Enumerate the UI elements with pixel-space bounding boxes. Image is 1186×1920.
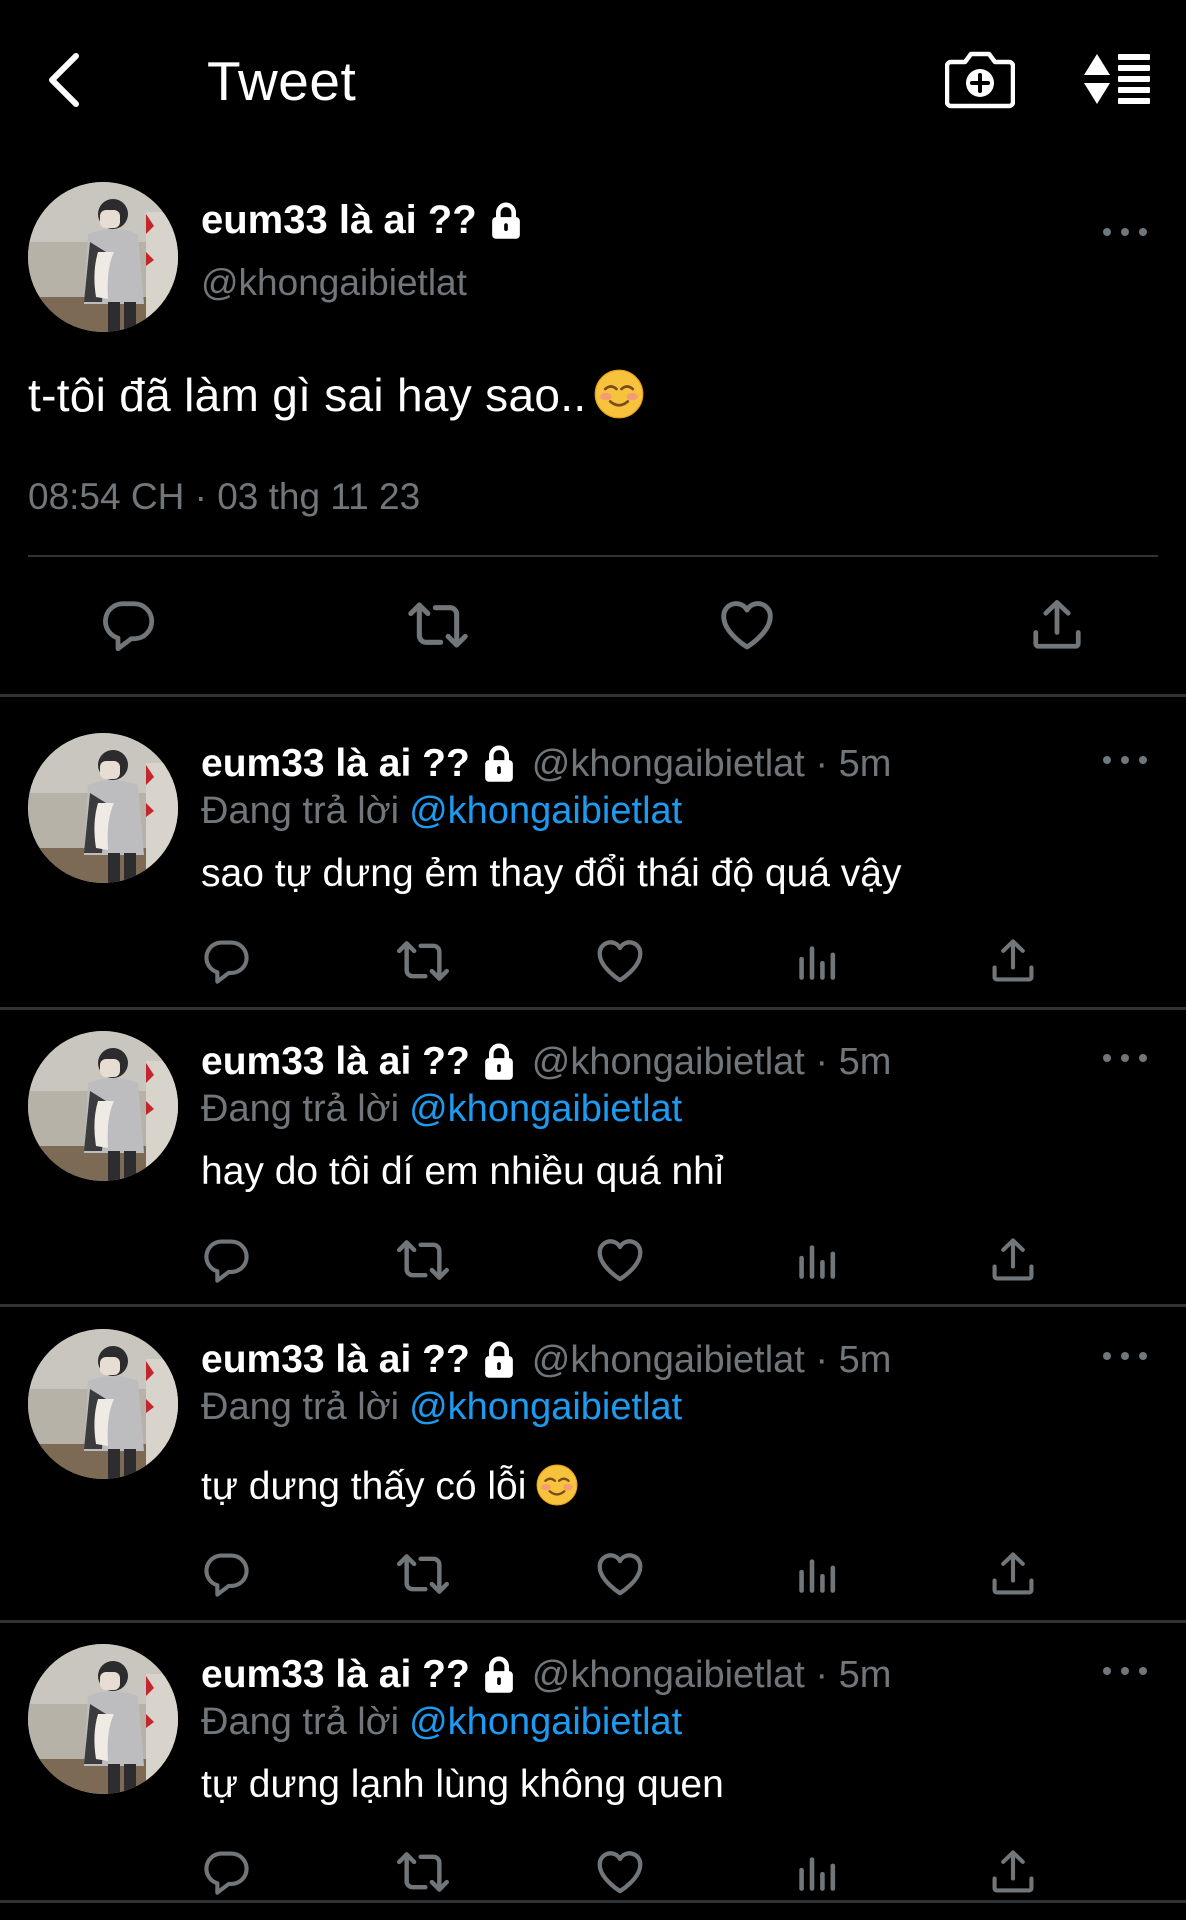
reply-text: tự dưng lạnh lùng không quen — [201, 1763, 724, 1806]
sort-icon[interactable] — [1080, 50, 1152, 108]
views-icon[interactable] — [787, 931, 847, 991]
reply-tweet[interactable]: eum33 là ai ?? @khongaibietlat · 5m Đang… — [0, 996, 1186, 1294]
like-icon[interactable] — [712, 590, 782, 660]
views-icon[interactable] — [787, 1544, 847, 1604]
mention-link[interactable]: @khongaibietlat — [409, 1386, 682, 1428]
reply-icon[interactable] — [196, 931, 256, 991]
views-icon[interactable] — [787, 1230, 847, 1290]
retweet-icon[interactable] — [393, 931, 453, 991]
mention-link[interactable]: @khongaibietlat — [409, 1088, 682, 1130]
avatar[interactable] — [28, 1329, 178, 1479]
author-name[interactable]: eum33 là ai ?? — [201, 1338, 470, 1382]
avatar[interactable] — [28, 182, 178, 332]
like-icon[interactable] — [590, 1544, 650, 1604]
author-handle-time: @khongaibietlat · 5m — [531, 742, 892, 785]
divider — [28, 555, 1158, 557]
camera-add-icon[interactable] — [944, 46, 1016, 112]
tweet-timestamp[interactable]: 08:54 CH · 03 thg 11 23 — [28, 476, 420, 518]
retweet-icon[interactable] — [403, 590, 473, 660]
author-name[interactable]: eum33 là ai ?? — [201, 198, 477, 243]
mention-link[interactable]: @khongaibietlat — [409, 790, 682, 832]
more-options-icon[interactable] — [1103, 750, 1147, 770]
author-handle-time: @khongaibietlat · 5m — [531, 1040, 892, 1083]
like-icon[interactable] — [590, 1842, 650, 1902]
reply-text: sao tự dưng ẻm thay đổi thái độ quá vậy — [201, 852, 902, 895]
replying-label: Đang trả lời — [201, 790, 400, 832]
share-icon[interactable] — [983, 1230, 1043, 1290]
retweet-icon[interactable] — [393, 1230, 453, 1290]
author-row: eum33 là ai ?? — [201, 198, 525, 243]
reply-text-content: tự dưng thấy có lỗi — [201, 1465, 527, 1508]
more-options-icon[interactable] — [1103, 222, 1147, 242]
replying-to: Đang trả lời @khongaibietlat — [201, 1386, 682, 1429]
main-tweet: eum33 là ai ?? @khongaibietlat t-tôi đã … — [0, 170, 1186, 695]
more-options-icon[interactable] — [1103, 1048, 1147, 1068]
lock-icon — [480, 1340, 518, 1380]
lock-icon — [480, 1655, 518, 1695]
tweet-text-content: t-tôi đã làm gì sai hay sao.. — [28, 369, 587, 421]
reply-icon[interactable] — [196, 1544, 256, 1604]
reply-text: hay do tôi dí em nhiều quá nhỉ — [201, 1150, 724, 1193]
avatar[interactable] — [28, 1031, 178, 1181]
reply-icon[interactable] — [196, 1842, 256, 1902]
replying-label: Đang trả lời — [201, 1701, 400, 1743]
like-icon[interactable] — [590, 1230, 650, 1290]
author-name[interactable]: eum33 là ai ?? — [201, 1653, 470, 1697]
retweet-icon[interactable] — [393, 1544, 453, 1604]
replying-label: Đang trả lời — [201, 1386, 400, 1428]
share-icon[interactable] — [983, 931, 1043, 991]
reply-tweet[interactable]: eum33 là ai ?? @khongaibietlat · 5m Đang… — [0, 1294, 1186, 1592]
divider — [0, 694, 1186, 697]
retweet-icon[interactable] — [393, 1842, 453, 1902]
reply-text: tự dưng thấy có lỗi — [201, 1464, 578, 1509]
more-options-icon[interactable] — [1103, 1346, 1147, 1366]
lock-icon — [487, 201, 525, 241]
reply-header: eum33 là ai ?? @khongaibietlat · 5m — [201, 1338, 891, 1382]
reply-header: eum33 là ai ?? @khongaibietlat · 5m — [201, 1653, 891, 1697]
more-options-icon[interactable] — [1103, 1661, 1147, 1681]
back-arrow-icon[interactable] — [40, 48, 88, 112]
reply-header: eum33 là ai ?? @khongaibietlat · 5m — [201, 742, 891, 786]
reply-icon[interactable] — [196, 1230, 256, 1290]
reply-tweet[interactable]: eum33 là ai ?? @khongaibietlat · 5m Đang… — [0, 698, 1186, 996]
replying-to: Đang trả lời @khongaibietlat — [201, 1088, 682, 1131]
share-icon[interactable] — [983, 1544, 1043, 1604]
tweet-text: t-tôi đã làm gì sai hay sao.. — [28, 368, 644, 422]
smiling-face-emoji-icon — [536, 1464, 578, 1506]
author-handle[interactable]: @khongaibietlat — [201, 262, 467, 304]
author-name[interactable]: eum33 là ai ?? — [201, 742, 470, 786]
avatar[interactable] — [28, 733, 178, 883]
replying-to: Đang trả lời @khongaibietlat — [201, 1701, 682, 1744]
author-name[interactable]: eum33 là ai ?? — [201, 1040, 470, 1084]
author-handle-time: @khongaibietlat · 5m — [531, 1338, 892, 1381]
reply-header: eum33 là ai ?? @khongaibietlat · 5m — [201, 1040, 891, 1084]
share-icon[interactable] — [983, 1842, 1043, 1902]
top-bar: Tweet — [0, 0, 1186, 160]
author-handle-time: @khongaibietlat · 5m — [531, 1653, 892, 1696]
avatar[interactable] — [28, 1644, 178, 1794]
like-icon[interactable] — [590, 931, 650, 991]
lock-icon — [480, 1042, 518, 1082]
lock-icon — [480, 744, 518, 784]
page-title: Tweet — [207, 50, 357, 112]
share-icon[interactable] — [1022, 590, 1092, 660]
reply-icon[interactable] — [93, 590, 163, 660]
divider — [0, 1900, 1186, 1903]
mention-link[interactable]: @khongaibietlat — [409, 1701, 682, 1743]
replying-to: Đang trả lời @khongaibietlat — [201, 790, 682, 833]
replying-label: Đang trả lời — [201, 1088, 400, 1130]
smiling-face-emoji-icon — [594, 369, 644, 419]
views-icon[interactable] — [787, 1842, 847, 1902]
reply-tweet[interactable]: eum33 là ai ?? @khongaibietlat · 5m Đang… — [0, 1609, 1186, 1907]
